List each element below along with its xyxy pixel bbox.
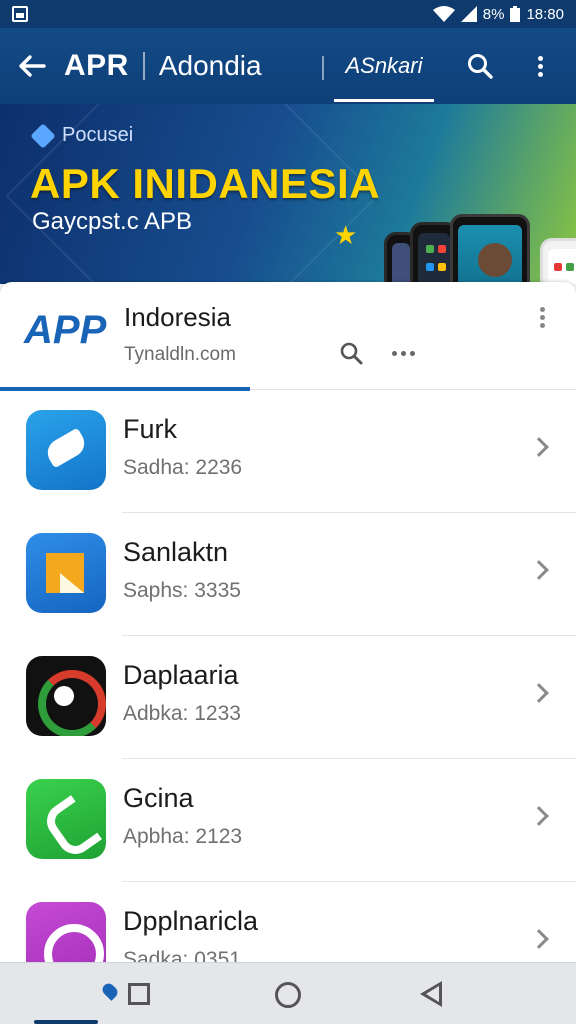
recents-button[interactable] [128,983,150,1005]
title-divider [142,52,145,80]
search-icon [468,54,493,79]
chevron-right-icon [529,560,549,580]
store-title: Indoresia [124,302,231,332]
app-name: Furk [123,414,177,444]
app-name: Dpplnaricla [123,906,259,936]
app-icon-yellow [26,533,106,613]
chevron-right-icon [529,683,549,703]
store-logo: APP [24,308,107,352]
store-more-button[interactable] [386,336,420,370]
banner-subtitle: Gaycpst.c APB [32,208,193,235]
battery-percent: 8% [482,5,505,23]
diamond-icon [30,122,56,149]
tab-active[interactable]: ASnkari [334,28,434,104]
app-subtitle: Adondia [158,50,262,81]
chevron-right-icon [529,806,549,826]
battery-icon [510,6,521,22]
store-search-button[interactable] [334,336,368,370]
arrow-left-icon [19,55,46,77]
phone-mockup [540,238,576,284]
wifi-icon [432,6,455,22]
search-button[interactable] [456,42,504,90]
app-name: Sanlaktn [123,537,229,567]
status-bar: 8% 18:80 [0,0,576,28]
system-back-button[interactable] [420,981,442,1007]
profile-photo [478,243,512,277]
app-list-card: APP Indoresia Tynaldln.com Furk Sadha: 2… [0,282,576,972]
tab-label: ASnkari [345,53,423,78]
more-horizontal-icon [391,350,415,356]
app-title: APR [64,49,129,82]
app-name: Daplaaria [123,660,239,690]
home-indicator [34,1020,98,1024]
signal-icon [460,6,477,22]
store-header: APP Indoresia Tynaldln.com [0,282,576,391]
list-item[interactable]: Furk Sadha: 2236 [0,390,576,513]
list-item[interactable]: Gcina Apbha: 2123 [0,759,576,882]
app-icon-dark [26,656,106,736]
home-button[interactable] [275,982,301,1008]
star-icon: ★ [334,220,358,250]
chevron-right-icon [529,929,549,949]
clock: 18:80 [526,5,564,23]
phone-mockup [450,214,530,284]
tab-separator [322,56,324,80]
list-item[interactable]: Daplaaria Adbka: 1233 [0,636,576,759]
app-icon-green [26,779,106,859]
banner-title: APK INIDANESIA [30,160,381,207]
more-vertical-icon [539,304,545,331]
app-meta: Adbka: 1233 [123,702,241,725]
more-options-button[interactable] [516,42,564,90]
list-item[interactable]: Dpplnaricla Sadka: 0351 [0,882,576,972]
store-domain: Tynaldln.com [124,344,236,365]
app-icon-blue [26,410,106,490]
back-button[interactable] [0,28,64,104]
card-menu-button[interactable] [530,302,554,332]
promo-banner[interactable]: Pocusei APK INIDANESIA Gaycpst.c APB ★ [0,104,576,284]
chevron-right-icon [529,437,549,457]
list-item[interactable]: Sanlaktn Saphs: 3335 [0,513,576,636]
app-bar: APR Adondia ASnkari [0,28,576,104]
gallery-icon [12,6,28,22]
app-name: Gcina [123,783,194,813]
location-pin-icon [100,981,120,1001]
app-meta: Apbha: 2123 [123,825,243,848]
more-vertical-icon [537,53,543,80]
banner-tag: Pocusei [30,122,134,149]
banner-tag-label: Pocusei [62,124,134,146]
system-nav-bar [0,962,576,1024]
app-meta: Sadha: 2236 [123,456,243,479]
search-icon [340,342,363,365]
app-meta: Saphs: 3335 [123,579,241,602]
